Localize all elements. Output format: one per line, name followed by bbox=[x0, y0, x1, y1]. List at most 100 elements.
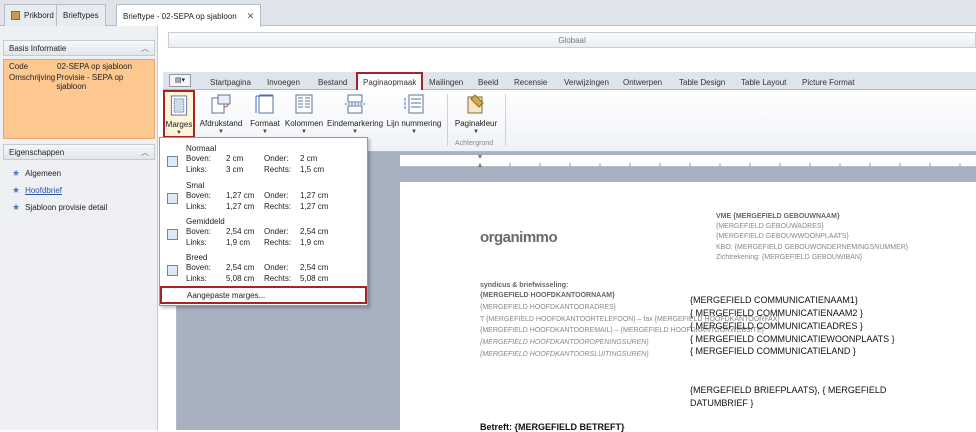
eigenschap-sjabloon-provisie-detail[interactable]: ★ Sjabloon provisie detail bbox=[12, 202, 107, 213]
option-name: Gemiddeld bbox=[186, 217, 225, 226]
field-label: Omschrijving bbox=[9, 73, 56, 82]
marges-label: Marges bbox=[165, 120, 193, 129]
communicatienaam1: {MERGEFIELD COMMUNICATIENAAM1} bbox=[690, 295, 858, 305]
chevron-down-icon: ▼ bbox=[473, 129, 479, 135]
margin-preset-icon bbox=[167, 193, 178, 204]
afdrukstand-label: Afdrukstand bbox=[199, 119, 243, 128]
group-separator bbox=[505, 94, 506, 146]
chevron-down-icon: ▼ bbox=[352, 129, 358, 135]
tab-table-design[interactable]: Table Design bbox=[679, 74, 725, 90]
star-icon: ★ bbox=[12, 202, 21, 212]
tab-mailingen[interactable]: Mailingen bbox=[429, 74, 463, 90]
kbo-line: KBO: {MERGEFIELD GEBOUWONDERNEMINGSNUMME… bbox=[716, 244, 909, 251]
columns-icon bbox=[295, 94, 313, 114]
tab-picture-format[interactable]: Picture Format bbox=[802, 74, 854, 90]
sluitingsuren-line: {MERGEFIELD HOOFDKANTOORSLUITINGSUREN} bbox=[480, 351, 649, 358]
margin-option-breed[interactable]: Breed Boven: 2,54 cm Onder: 2,54 cm Links:… bbox=[160, 249, 367, 287]
achtergrond-group-label: Achtergrond bbox=[455, 140, 494, 147]
close-icon[interactable]: ✕ bbox=[247, 11, 255, 22]
chevron-up-icon[interactable]: ︿ bbox=[141, 147, 149, 158]
marges-dropdown: Normaal Boven: 2 cm Onder: 2 cm Links: 3 cm… bbox=[159, 137, 368, 306]
section-title: Eigenschappen bbox=[9, 147, 65, 157]
afdrukstand-button[interactable]: Afdrukstand ▼ bbox=[199, 90, 243, 135]
page-color-icon bbox=[467, 94, 484, 114]
tab-beeld[interactable]: Beeld bbox=[478, 74, 498, 90]
tab-verwijzingen[interactable]: Verwijzingen bbox=[564, 74, 609, 90]
communicatieadres: { MERGEFIELD COMMUNICATIEADRES } bbox=[690, 321, 863, 331]
globaal-bar[interactable]: Globaal bbox=[168, 32, 976, 48]
tab-label: Brieftype - 02-SEPA op sjabloon bbox=[123, 11, 237, 21]
field-value: Provisie - SEPA op sjabloon bbox=[56, 73, 124, 91]
lijn-nummering-label: Lijn nummering bbox=[386, 119, 442, 128]
option-row-bottom: Links: 5,08 cm Rechts: 5,08 cm bbox=[186, 274, 329, 283]
betreft-line: Betreft: {MERGEFIELD BETREFT} bbox=[480, 422, 625, 432]
tab-paginaopmaak[interactable]: Paginaopmaak bbox=[356, 72, 424, 90]
tab-brieftypes[interactable]: Brieftypes bbox=[56, 4, 106, 26]
eigenschap-hoofdbrief[interactable]: ★ Hoofdbrief bbox=[12, 185, 62, 196]
formaat-button[interactable]: Formaat ▼ bbox=[247, 90, 283, 135]
margin-preset-icon bbox=[167, 229, 178, 240]
ribbon-tab-bar: ▤▾ Startpagina Invoegen Bestand Paginaop… bbox=[163, 72, 976, 90]
margin-option-gemiddeld[interactable]: Gemiddeld Boven: 2,54 cm Onder: 2,54 cm Li… bbox=[160, 213, 367, 251]
aangepaste-marges-item[interactable]: Aangepaste marges... bbox=[160, 286, 367, 304]
communicatienaam2: { MERGEFIELD COMMUNICATIENAAM2 } bbox=[690, 308, 863, 318]
option-row-top: Boven: 1,27 cm Onder: 1,27 cm bbox=[186, 191, 329, 200]
zichtrekening-line: Zichtrekening: {MERGEFIELD GEBOUWIBAN} bbox=[716, 254, 863, 261]
option-name: Breed bbox=[186, 253, 208, 262]
eigenschap-label[interactable]: Hoofdbrief bbox=[25, 186, 62, 195]
paginakleur-button[interactable]: Paginakleur ▼ bbox=[453, 90, 499, 135]
basis-info-box: Code 02-SEPA op sjabloon Omschrijving Pr… bbox=[3, 59, 155, 139]
ruler-ticks bbox=[478, 155, 961, 167]
aangepaste-marges-label: Aangepaste marges... bbox=[187, 290, 266, 300]
line-numbers-icon bbox=[404, 94, 424, 114]
file-menu-button[interactable]: ▤▾ bbox=[169, 74, 191, 87]
option-row-top: Boven: 2 cm Onder: 2 cm bbox=[186, 154, 318, 163]
horizontal-ruler bbox=[400, 155, 976, 167]
vme-gebouwnaam: VME {MERGEFIELD GEBOUWNAAM} bbox=[716, 213, 840, 220]
group-separator bbox=[447, 94, 448, 146]
eigenschap-label: Sjabloon provisie detail bbox=[25, 203, 108, 212]
section-title: Basis Informatie bbox=[9, 43, 67, 53]
orientation-icon bbox=[211, 94, 231, 114]
breaks-icon bbox=[345, 94, 365, 114]
tab-brieftype-detail[interactable]: Brieftype - 02-SEPA op sjabloon ✕ bbox=[116, 4, 262, 27]
option-row-bottom: Links: 1,9 cm Rechts: 1,9 cm bbox=[186, 238, 325, 247]
eigenschap-label: Algemeen bbox=[25, 169, 62, 178]
tab-startpagina[interactable]: Startpagina bbox=[210, 74, 251, 90]
option-name: Normaal bbox=[186, 144, 217, 153]
field-label: Code bbox=[9, 62, 29, 71]
tab-ontwerpen[interactable]: Ontwerpen bbox=[623, 74, 662, 90]
margin-option-normaal[interactable]: Normaal Boven: 2 cm Onder: 2 cm Links: 3 cm… bbox=[160, 140, 367, 178]
paginakleur-label: Paginakleur bbox=[454, 119, 498, 128]
basis-informatie-header[interactable]: Basis Informatie ︿ bbox=[3, 40, 155, 56]
briefplaats-line: {MERGEFIELD BRIEFPLAATS}, { MERGEFIELD bbox=[690, 385, 887, 395]
option-row-bottom: Links: 3 cm Rechts: 1,5 cm bbox=[186, 165, 325, 174]
marges-button[interactable]: Marges ▼ bbox=[163, 90, 195, 138]
eigenschap-algemeen[interactable]: ★ Algemeen bbox=[12, 168, 61, 179]
star-icon: ★ bbox=[12, 185, 21, 195]
eindemarkering-button[interactable]: Eindemarkering ▼ bbox=[326, 90, 384, 135]
chevron-up-icon[interactable]: ︿ bbox=[141, 43, 149, 54]
star-icon: ★ bbox=[12, 168, 21, 178]
margins-icon bbox=[170, 95, 188, 116]
eindemarkering-label: Eindemarkering bbox=[326, 119, 384, 128]
chevron-down-icon: ▼ bbox=[301, 129, 307, 135]
lijn-nummering-button[interactable]: Lijn nummering ▼ bbox=[387, 90, 441, 135]
tab-invoegen[interactable]: Invoegen bbox=[267, 74, 300, 90]
formaat-label: Formaat bbox=[250, 119, 280, 128]
hoofdkantoornaam: {MERGEFIELD HOOFDKANTOORNAAM} bbox=[480, 292, 615, 299]
tab-recensie[interactable]: Recensie bbox=[514, 74, 547, 90]
communicatiewoonplaats: { MERGEFIELD COMMUNICATIEWOONPLAATS } bbox=[690, 334, 895, 344]
chevron-down-icon: ▼ bbox=[176, 130, 182, 136]
tab-table-layout[interactable]: Table Layout bbox=[741, 74, 786, 90]
tab-bestand[interactable]: Bestand bbox=[318, 74, 347, 90]
kolommen-button[interactable]: Kolommen ▼ bbox=[285, 90, 323, 135]
document-page[interactable]: organimmo VME {MERGEFIELD GEBOUWNAAM} {M… bbox=[400, 182, 976, 432]
margin-option-smal[interactable]: Smal Boven: 1,27 cm Onder: 1,27 cm Links: 1… bbox=[160, 177, 367, 215]
syndicus-label: syndicus & briefwisseling: bbox=[480, 282, 569, 289]
openingsuren-line: {MERGEFIELD HOOFDKANTOOROPENINGSUREN} bbox=[480, 339, 649, 346]
eigenschappen-header[interactable]: Eigenschappen ︿ bbox=[3, 144, 155, 160]
indent-marker bbox=[478, 155, 482, 167]
tab-prikbord[interactable]: Prikbord bbox=[4, 4, 61, 26]
chevron-down-icon: ▼ bbox=[411, 129, 417, 135]
